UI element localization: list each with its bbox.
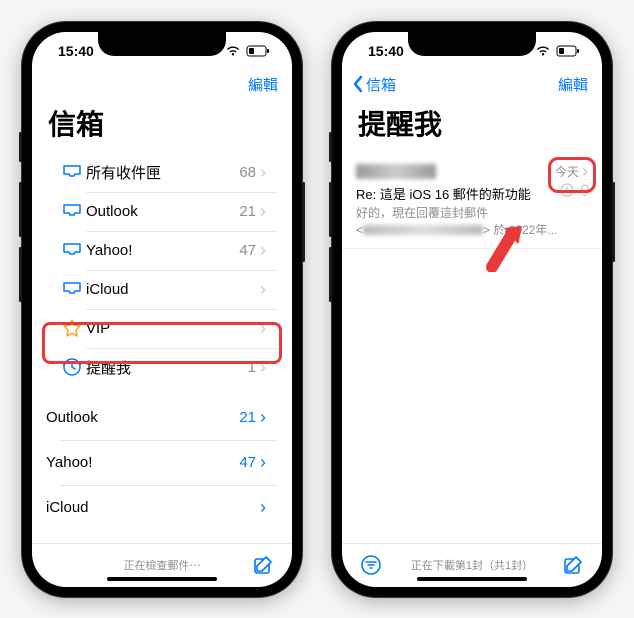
chevron-right-icon: › <box>260 318 266 339</box>
message-time: 今天 › <box>555 161 588 182</box>
clock: 15:40 <box>368 43 404 59</box>
mailbox-yahoo[interactable]: Yahoo! 47 › <box>46 231 278 270</box>
message-sender <box>356 164 436 179</box>
chevron-left-icon <box>352 75 364 93</box>
account-outlook[interactable]: Outlook 21 › <box>46 395 278 440</box>
account-yahoo[interactable]: Yahoo! 47 › <box>46 440 278 485</box>
chevron-right-icon: › <box>260 162 266 183</box>
tray-icon <box>58 242 86 258</box>
account-label: Yahoo! <box>46 454 239 471</box>
account-label: Outlook <box>46 409 239 426</box>
account-label: iCloud <box>46 499 260 516</box>
nav-bar: 信箱 編輯 <box>342 70 602 101</box>
page-title: 信箱 <box>32 101 292 153</box>
battery-icon <box>246 45 270 57</box>
mailbox-label: Outlook <box>86 203 239 220</box>
mailbox-remind-me[interactable]: 提醒我 1 › <box>46 348 278 387</box>
mailbox-count: 21 <box>239 203 256 220</box>
account-count: 21 <box>239 409 256 426</box>
annotation-arrow-icon <box>482 222 522 272</box>
mailbox-label: Yahoo! <box>86 242 239 259</box>
tray-icon <box>58 203 86 219</box>
mailbox-label: VIP <box>86 320 260 337</box>
mailbox-vip[interactable]: VIP › <box>46 309 278 348</box>
edit-button[interactable]: 編輯 <box>558 74 588 95</box>
iphone-right: 15:40 信箱 編輯 提醒我 今天 › Re: 這是 iOS 16 郵件的新 <box>332 22 612 597</box>
clock-icon <box>560 183 574 197</box>
compose-icon <box>562 554 584 576</box>
filter-icon <box>360 554 382 576</box>
back-button[interactable]: 信箱 <box>352 74 396 95</box>
mailbox-count: 68 <box>239 164 256 181</box>
mailbox-outlook[interactable]: Outlook 21 › <box>46 192 278 231</box>
filter-button[interactable] <box>360 554 382 576</box>
wifi-icon <box>535 45 551 57</box>
mailbox-label: 所有收件匣 <box>86 162 239 183</box>
tray-icon <box>58 164 86 180</box>
edit-button[interactable]: 編輯 <box>248 74 278 95</box>
mailbox-icloud[interactable]: iCloud › <box>46 270 278 309</box>
account-count: 47 <box>239 454 256 471</box>
star-icon <box>58 319 86 337</box>
compose-button[interactable] <box>252 554 274 576</box>
tray-icon <box>58 281 86 297</box>
page-title: 提醒我 <box>342 101 602 153</box>
clock: 15:40 <box>58 43 94 59</box>
nav-bar: 編輯 <box>32 70 292 101</box>
compose-icon <box>252 554 274 576</box>
battery-icon <box>556 45 580 57</box>
mailbox-count: 1 <box>248 359 256 376</box>
home-indicator[interactable] <box>417 577 527 581</box>
home-indicator[interactable] <box>107 577 217 581</box>
account-icloud[interactable]: iCloud › <box>46 485 278 530</box>
chevron-right-icon: › <box>260 497 266 518</box>
iphone-left: 15:40 編輯 信箱 所有收件匣 68 › Outlook 21 › <box>22 22 302 597</box>
chevron-right-icon: › <box>260 357 266 378</box>
back-label: 信箱 <box>366 74 396 95</box>
mailbox-label: iCloud <box>86 281 256 298</box>
chevron-right-icon: › <box>260 279 266 300</box>
mailbox-all-inboxes[interactable]: 所有收件匣 68 › <box>46 153 278 192</box>
mailbox-count: 47 <box>239 242 256 259</box>
chevron-right-icon: › <box>260 240 266 261</box>
bell-icon <box>578 183 592 197</box>
message-subject: Re: 這是 iOS 16 郵件的新功能 <box>356 184 588 203</box>
mailbox-label: 提醒我 <box>86 357 248 378</box>
message-preview: 好的，現在回覆這封郵件 <> 於 2022年... <box>356 204 588 238</box>
chevron-right-icon: › <box>582 161 588 182</box>
mailbox-group: 所有收件匣 68 › Outlook 21 › Yahoo! 47 › iClo… <box>46 153 278 387</box>
chevron-right-icon: › <box>260 407 266 428</box>
chevron-right-icon: › <box>260 201 266 222</box>
message-row[interactable]: 今天 › Re: 這是 iOS 16 郵件的新功能 好的，現在回覆這封郵件 <>… <box>342 153 602 249</box>
chevron-right-icon: › <box>260 452 266 473</box>
compose-button[interactable] <box>562 554 584 576</box>
wifi-icon <box>225 45 241 57</box>
clock-icon <box>58 357 86 377</box>
